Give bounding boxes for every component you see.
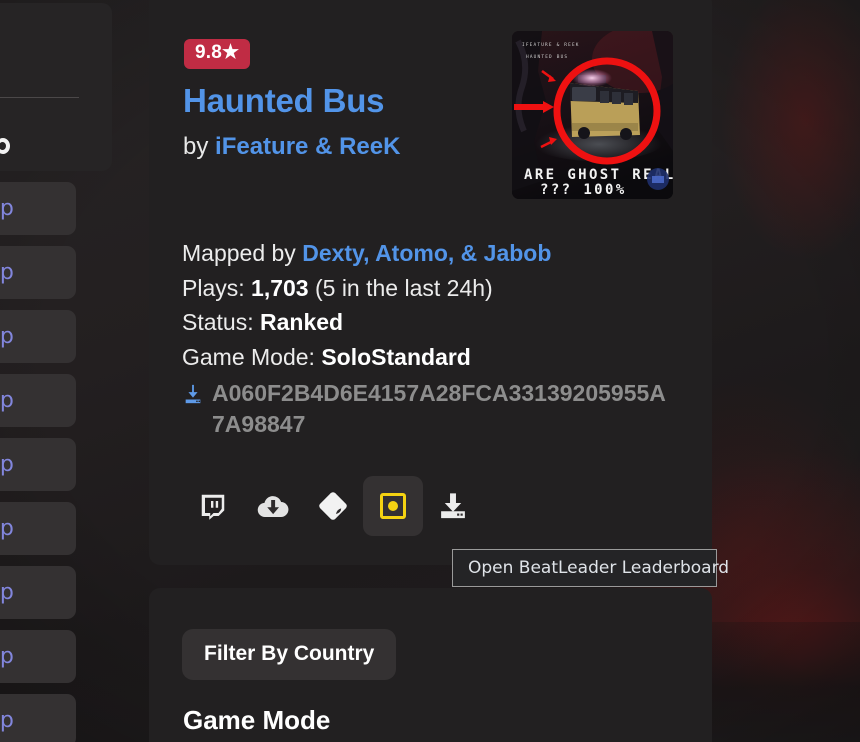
- artist-names[interactable]: iFeature & ReeK: [215, 133, 400, 160]
- list-item[interactable]: 66pp: [0, 630, 76, 683]
- artist-by-label: by: [183, 133, 209, 160]
- download-map-button[interactable]: [423, 476, 483, 536]
- map-hash-value: A060F2B4D6E4157A28FCA33139205955A7A98847: [212, 380, 666, 437]
- map-hash-row[interactable]: A060F2B4D6E4157A28FCA33139205955A7A98847: [182, 378, 672, 440]
- left-card-divider: [0, 97, 79, 98]
- score-pp-value: 80pp: [0, 260, 14, 285]
- list-item[interactable]: 40pp: [0, 502, 76, 555]
- score-pp-value: 54pp: [0, 708, 14, 733]
- svg-text:HAUNTED BUS: HAUNTED BUS: [526, 54, 568, 60]
- status-value: Ranked: [260, 309, 344, 335]
- beatleader-icon: [378, 491, 408, 521]
- score-pp-value: 40pp: [0, 516, 14, 541]
- plays-row: Plays: 1,703 (5 in the last 24h): [182, 271, 682, 306]
- status-row: Status: Ranked: [182, 305, 682, 340]
- download-icon: [182, 382, 204, 404]
- action-button-row: [183, 476, 483, 536]
- score-pp-value: 66pp: [0, 644, 14, 669]
- list-item[interactable]: 79pp: [0, 182, 76, 235]
- twitch-button[interactable]: [183, 476, 243, 536]
- cloud-download-button[interactable]: [243, 476, 303, 536]
- score-pp-value: 62pp: [0, 452, 14, 477]
- twitch-icon: [198, 491, 228, 521]
- beatsaver-button[interactable]: [303, 476, 363, 536]
- download-tray-icon: [437, 491, 469, 521]
- cover-art[interactable]: IFEATURE & REEK HAUNTED BUS ARE GHOST RE…: [512, 31, 673, 199]
- game-mode-heading: Game Mode: [183, 705, 331, 735]
- list-item[interactable]: 80pp: [0, 246, 76, 299]
- beatsaver-diamond-icon: [317, 490, 349, 522]
- app-root: 79pp 80pp 7pp 69pp 62pp 40pp 29pp 66pp 5…: [0, 0, 860, 742]
- plays-recent: (5 in the last 24h): [314, 274, 493, 301]
- page-title[interactable]: Haunted Bus: [183, 82, 385, 120]
- list-item[interactable]: 69pp: [0, 374, 76, 427]
- svg-text:??? 100%: ??? 100%: [540, 182, 627, 198]
- song-artist: by iFeature & ReeK: [183, 133, 400, 161]
- status-label: Status:: [182, 309, 254, 335]
- mapped-by-label: Mapped by: [182, 240, 296, 266]
- plays-label: Plays:: [182, 274, 245, 301]
- plays-value: 1,703: [251, 274, 309, 301]
- score-pp-value: 79pp: [0, 196, 14, 221]
- song-metadata: Mapped by Dexty, Atomo, & Jabob Plays: 1…: [182, 236, 682, 440]
- filter-by-country-button[interactable]: Filter By Country: [182, 629, 397, 680]
- mapper-names[interactable]: Dexty, Atomo, & Jabob: [302, 240, 551, 266]
- score-list: 79pp 80pp 7pp 69pp 62pp 40pp 29pp 66pp 5…: [0, 182, 76, 742]
- left-partial-card: [0, 3, 112, 171]
- game-mode-row: Game Mode: SoloStandard: [182, 340, 682, 375]
- svg-text:IFEATURE & REEK: IFEATURE & REEK: [522, 42, 580, 48]
- mapped-by-row: Mapped by Dexty, Atomo, & Jabob: [182, 236, 682, 271]
- list-item[interactable]: 62pp: [0, 438, 76, 491]
- game-mode-value: SoloStandard: [321, 343, 471, 370]
- beatleader-button[interactable]: [363, 476, 423, 536]
- list-item[interactable]: 7pp: [0, 310, 76, 363]
- tooltip: Open BeatLeader Leaderboard: [452, 549, 729, 587]
- score-pp-value: 7pp: [0, 324, 14, 349]
- game-mode-label: Game Mode:: [182, 343, 315, 370]
- cloud-download-icon: [256, 492, 290, 521]
- status-badge: 9.8★: [184, 39, 251, 69]
- score-pp-value: 29pp: [0, 580, 14, 605]
- score-pp-value: 69pp: [0, 388, 14, 413]
- tooltip-text: Open BeatLeader Leaderboard: [468, 558, 730, 578]
- list-item[interactable]: 29pp: [0, 566, 76, 619]
- list-item[interactable]: 54pp: [0, 694, 76, 742]
